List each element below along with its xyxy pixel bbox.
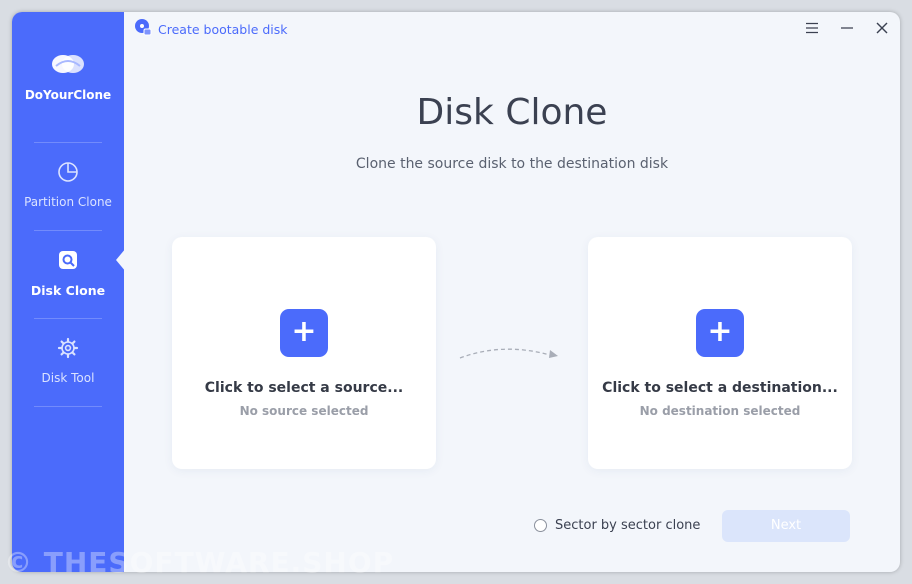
minimize-icon[interactable] (839, 20, 855, 36)
source-status: No source selected (239, 404, 369, 418)
app-window: DoYourClone Partition Clone Disk Clone D… (12, 12, 900, 572)
sidebar: DoYourClone Partition Clone Disk Clone D… (12, 12, 124, 572)
source-card-title: Click to select a source... (204, 380, 404, 396)
sector-by-sector-label: Sector by sector clone (555, 518, 701, 533)
sidebar-divider (34, 318, 102, 319)
disk-icon (134, 18, 152, 40)
sidebar-item-disk-tool[interactable]: Disk Tool (12, 337, 124, 385)
brand: DoYourClone (12, 52, 124, 102)
destination-status: No destination selected (639, 404, 801, 418)
next-button[interactable]: Next (722, 510, 850, 542)
create-bootable-disk-button[interactable]: Create bootable disk (134, 18, 288, 40)
sidebar-divider (34, 142, 102, 143)
gear-icon (12, 337, 124, 363)
sidebar-item-label: Disk Clone (30, 283, 106, 298)
sidebar-divider (34, 230, 102, 231)
sidebar-item-disk-clone[interactable]: Disk Clone (12, 249, 124, 298)
page-subtitle: Clone the source disk to the destination… (355, 156, 669, 172)
disk-search-icon (12, 249, 124, 275)
page-title: Disk Clone (416, 92, 608, 133)
sector-by-sector-option[interactable]: Sector by sector clone (534, 518, 700, 533)
top-bar: Create bootable disk (124, 12, 900, 46)
menu-icon[interactable] (804, 20, 820, 36)
sector-by-sector-radio[interactable] (534, 519, 547, 532)
arrow-icon (459, 348, 558, 359)
sidebar-divider (34, 406, 102, 407)
source-disk-card[interactable]: + Click to select a source... No source … (172, 237, 436, 469)
watermark: © THESOFTWARE.SHOP (4, 546, 395, 579)
add-destination-button[interactable]: + (696, 309, 744, 357)
destination-card-title: Click to select a destination... (602, 380, 838, 396)
sidebar-item-label: Partition Clone (24, 195, 112, 209)
brand-name: DoYourClone (24, 88, 112, 102)
destination-disk-card[interactable]: + Click to select a destination... No de… (588, 237, 852, 469)
create-bootable-disk-label: Create bootable disk (158, 21, 288, 37)
sidebar-item-label: Disk Tool (41, 371, 95, 385)
pie-chart-icon (12, 161, 124, 187)
logo-icon (12, 52, 124, 80)
sidebar-item-partition-clone[interactable]: Partition Clone (12, 161, 124, 209)
close-icon[interactable] (874, 20, 890, 36)
add-source-button[interactable]: + (280, 309, 328, 357)
active-indicator (116, 248, 126, 272)
